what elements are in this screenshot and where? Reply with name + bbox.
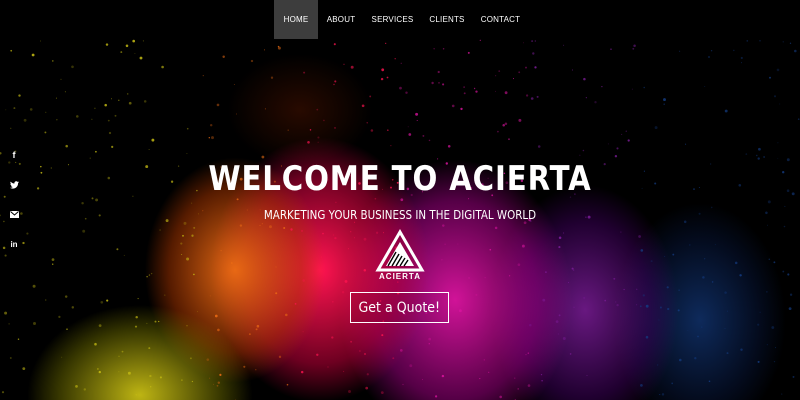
facebook-icon[interactable]: f [7,148,21,162]
logo-wordmark: ACIERTA [379,272,421,281]
nav-clients[interactable]: CLIENTS [421,0,473,39]
hero-subtitle: MARKETING YOUR BUSINESS IN THE DIGITAL W… [263,208,537,222]
mail-icon[interactable] [7,207,21,221]
hero-title: WELCOME TO ACIERTA [208,159,592,199]
nav-services[interactable]: SERVICES [364,0,421,39]
get-quote-label: Get a Quote! [358,299,441,316]
twitter-icon[interactable] [7,178,21,192]
nav-about[interactable]: ABOUT [318,0,364,39]
main-nav: HOME ABOUT SERVICES CLIENTS CONTACT [274,0,528,39]
linkedin-icon[interactable]: in [7,237,21,251]
nav-contact[interactable]: CONTACT [473,0,528,39]
get-quote-button[interactable]: Get a Quote! [350,292,449,323]
nav-home[interactable]: HOME [274,0,318,39]
